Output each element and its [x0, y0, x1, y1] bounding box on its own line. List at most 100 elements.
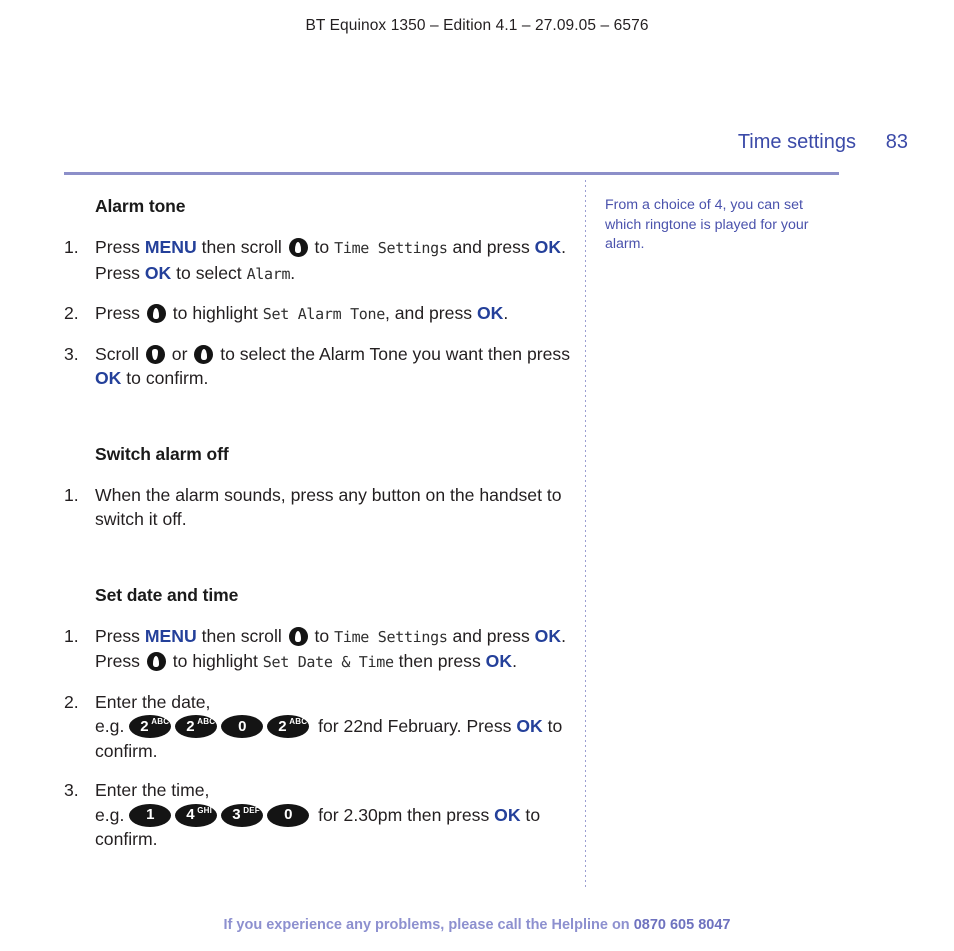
footer-text: If you experience any problems, please c…	[223, 917, 634, 933]
step-number: 2.	[64, 691, 79, 712]
step-text-part: then scroll	[196, 625, 287, 646]
ok-key-label: OK	[476, 303, 504, 323]
step-text-part: then scroll	[196, 237, 287, 257]
ok-key-label: OK	[95, 368, 122, 388]
step-text-part: to	[309, 237, 335, 257]
keypad-button: 2 ABC	[175, 715, 218, 738]
keypad-button: 3 DEF	[221, 803, 264, 827]
keypad-letters: ABC	[197, 717, 216, 726]
step-text-part: Press	[95, 237, 145, 257]
column-divider	[585, 180, 586, 890]
step-text-part: or	[166, 343, 193, 364]
keypad-digit: 0	[238, 717, 247, 735]
header-rule	[64, 172, 839, 175]
main-content-column: Alarm tone 1. Press MENU then scroll to T…	[64, 196, 574, 867]
list-item: 2. Enter the date, e.g. 2 ABC 2 ABC 0 2 ABC for…	[64, 690, 574, 764]
step-text-part: for 2.30pm then press	[313, 804, 495, 825]
ok-key-label: OK	[534, 625, 562, 646]
list-item: 1. When the alarm sounds, press any butto…	[64, 483, 574, 532]
step-text-part: to highlight	[167, 651, 263, 671]
handset-display-text: Set Alarm Tone	[262, 305, 386, 323]
page-footer: If you experience any problems, please c…	[0, 917, 954, 933]
ok-key-label: OK	[144, 262, 172, 283]
step-number: 1.	[64, 237, 79, 257]
step-text-part: Scroll	[95, 343, 144, 364]
keypad-letters: DEF	[243, 805, 260, 815]
keypad-digit: 2	[140, 717, 149, 735]
step-text-part: and press	[447, 237, 535, 257]
keypad-letters: GHI	[197, 805, 213, 815]
step-text-part: then press	[393, 651, 486, 671]
section-heading-set-date-and-time: Set date and time	[95, 584, 239, 605]
helpline-phone-number: 0870 605 8047	[633, 917, 731, 933]
keypad-button: 0	[267, 803, 310, 827]
handset-display-text: Time Settings	[334, 627, 448, 646]
scroll-up-icon	[288, 626, 308, 646]
step-text-part: to confirm.	[121, 368, 209, 388]
ok-key-label: OK	[534, 237, 562, 257]
running-head-section: Time settings	[737, 131, 856, 153]
keypad-digit: 4	[186, 806, 195, 824]
step-text-part: Press	[95, 625, 145, 646]
step-number: 1.	[64, 484, 79, 505]
step-text-part: Enter the date,	[95, 691, 211, 712]
step-number: 3.	[64, 780, 79, 800]
menu-key-label: MENU	[144, 625, 197, 646]
step-text-part: e.g.	[95, 804, 130, 825]
section-heading-switch-alarm-off: Switch alarm off	[95, 443, 229, 464]
handset-display-text: Time Settings	[334, 239, 448, 257]
step-text-part: to select	[171, 262, 247, 283]
keypad-digit: 0	[284, 806, 293, 824]
side-note: From a choice of 4, you can set which ri…	[605, 197, 809, 252]
steps-list-alarm-tone: 1. Press MENU then scroll to Time Setting…	[64, 235, 574, 391]
step-text-part: When the alarm sounds, press any button …	[95, 484, 562, 530]
step-number: 2.	[64, 303, 79, 323]
keypad-digit: 2	[278, 717, 287, 735]
handset-display-text: Alarm	[246, 264, 291, 283]
step-number: 3.	[64, 343, 79, 364]
steps-list-switch-alarm-off: 1. When the alarm sounds, press any butto…	[64, 483, 574, 532]
list-item: 1. Press MENU then scroll to Time Setting…	[64, 624, 574, 675]
edition-line: BT Equinox 1350 – Edition 4.1 – 27.09.05…	[305, 17, 649, 34]
running-head: Time settings 83	[64, 131, 908, 154]
steps-list-set-date-and-time: 1. Press MENU then scroll to Time Setting…	[64, 624, 574, 852]
step-text-part: e.g.	[95, 716, 130, 736]
list-item: 2. Press to highlight Set Alarm Tone, and…	[64, 301, 574, 327]
ok-key-label: OK	[516, 716, 543, 736]
scroll-down-icon	[145, 344, 165, 364]
keypad-letters: ABC	[151, 717, 170, 726]
step-text-part: and press	[447, 625, 535, 646]
keypad-button: 4 GHI	[175, 803, 218, 827]
list-item: 3. Scroll or to select the Alarm Tone you…	[64, 342, 574, 391]
step-text-part: .	[290, 262, 296, 283]
keypad-letters: ABC	[289, 717, 308, 726]
step-text-part: Press	[95, 303, 145, 323]
ok-key-label: OK	[485, 651, 513, 671]
step-text-part: , and press	[385, 303, 477, 323]
keypad-button: 0	[221, 715, 264, 738]
scroll-up-icon	[146, 652, 166, 671]
ok-key-label: OK	[494, 804, 521, 825]
step-text-part: to	[309, 625, 335, 646]
step-text-part: .	[503, 303, 509, 323]
list-item: 1. Press MENU then scroll to Time Setting…	[64, 235, 574, 286]
step-text-part: to highlight	[167, 303, 263, 323]
page-number: 83	[885, 131, 908, 153]
step-text-part: .	[512, 651, 517, 671]
step-number: 1.	[64, 625, 79, 646]
scroll-up-icon	[146, 304, 166, 323]
keypad-button: 1	[129, 803, 172, 827]
menu-key-label: MENU	[144, 237, 197, 257]
step-text-part: for 22nd February. Press	[313, 716, 517, 736]
keypad-digit: 3	[232, 806, 241, 824]
section-heading-alarm-tone: Alarm tone	[95, 196, 186, 216]
keypad-button: 2 ABC	[129, 715, 172, 738]
scroll-up-icon	[288, 238, 308, 257]
list-item: 3. Enter the time, e.g. 1 4 GHI 3 DEF 0 for 2.…	[64, 778, 574, 852]
keypad-digit: 2	[186, 717, 195, 735]
step-text-part: Enter the time,	[95, 780, 210, 800]
handset-display-text: Set Date & Time	[262, 653, 394, 671]
keypad-button: 2 ABC	[267, 715, 310, 738]
keypad-digit: 1	[146, 806, 155, 824]
scroll-up-icon	[194, 344, 214, 364]
